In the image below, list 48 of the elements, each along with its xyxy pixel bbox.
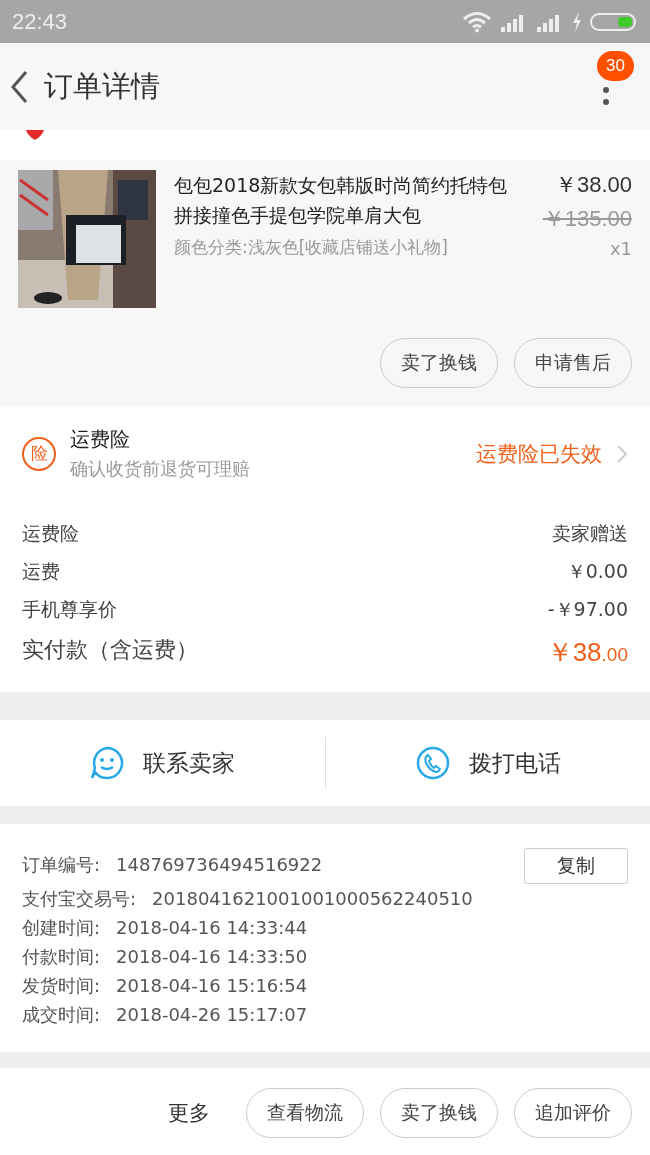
product-title[interactable]: 包包2018新款女包韩版时尚简约托特包拼接撞色手提包学院单肩大包 (174, 170, 511, 230)
product-variant: 颜色分类:浅灰色[收藏店铺送小礼物] (174, 236, 449, 259)
info-value: 2018-04-16 14:33:50 (116, 945, 308, 969)
insurance-description: 确认收货前退货可理赔 (70, 457, 251, 481)
location-pin-icon (26, 130, 44, 140)
contact-button[interactable]: 联系卖家 (0, 720, 325, 806)
info-value: 2018-04-16 14:33:44 (116, 916, 308, 940)
action-button[interactable]: 追加评价 (514, 1088, 632, 1138)
info-label: 支付宝交易号: (22, 887, 137, 911)
original-price: ￥135.00 (542, 205, 632, 233)
action-button[interactable]: 卖了换钱 (380, 1088, 498, 1138)
info-value: 148769736494516922 (116, 853, 323, 877)
product-quantity: x1 (609, 238, 632, 259)
action-button[interactable]: 卖了换钱 (380, 338, 498, 388)
notification-badge: 30 (597, 51, 634, 81)
info-value: 2018041621001001000562240510 (152, 887, 473, 911)
phone-icon (414, 745, 451, 781)
product-price: ￥38.00 (554, 171, 632, 199)
fee-value: 卖家赠送 (552, 521, 628, 546)
chat-icon (89, 745, 126, 781)
more-link[interactable]: 更多 (168, 1099, 210, 1127)
total-amount: ￥38.00 (546, 636, 628, 669)
info-label: 订单编号: (22, 853, 101, 877)
action-button[interactable]: 申请售后 (514, 338, 632, 388)
insurance-icon: 险 (22, 436, 56, 471)
insurance-title: 运费险 (70, 426, 131, 453)
info-label: 成交时间: (22, 1003, 101, 1027)
wifi-icon (462, 10, 492, 33)
clock: 22:43 (12, 8, 68, 35)
fee-label: 运费险 (22, 521, 79, 546)
action-button[interactable]: 查看物流 (246, 1088, 364, 1138)
fee-label: 运费 (22, 559, 60, 584)
fee-label: 手机尊享价 (22, 597, 117, 622)
back-icon[interactable] (10, 69, 28, 104)
contact-button[interactable]: 拨打电话 (325, 720, 650, 806)
page-title: 订单详情 (44, 67, 161, 105)
chevron-right-icon (616, 443, 628, 464)
info-value: 2018-04-26 15:17:07 (116, 1003, 308, 1027)
info-label: 发货时间: (22, 974, 101, 998)
fee-value: ￥0.00 (566, 559, 628, 584)
info-label: 付款时间: (22, 945, 101, 969)
battery-icon (590, 11, 638, 32)
fee-label: 实付款（含运费） (22, 636, 198, 664)
copy-button[interactable]: 复制 (524, 848, 628, 884)
charging-icon (572, 11, 582, 32)
info-value: 2018-04-16 15:16:54 (116, 974, 308, 998)
info-label: 创建时间: (22, 916, 101, 940)
fee-value: -￥97.00 (547, 597, 628, 622)
